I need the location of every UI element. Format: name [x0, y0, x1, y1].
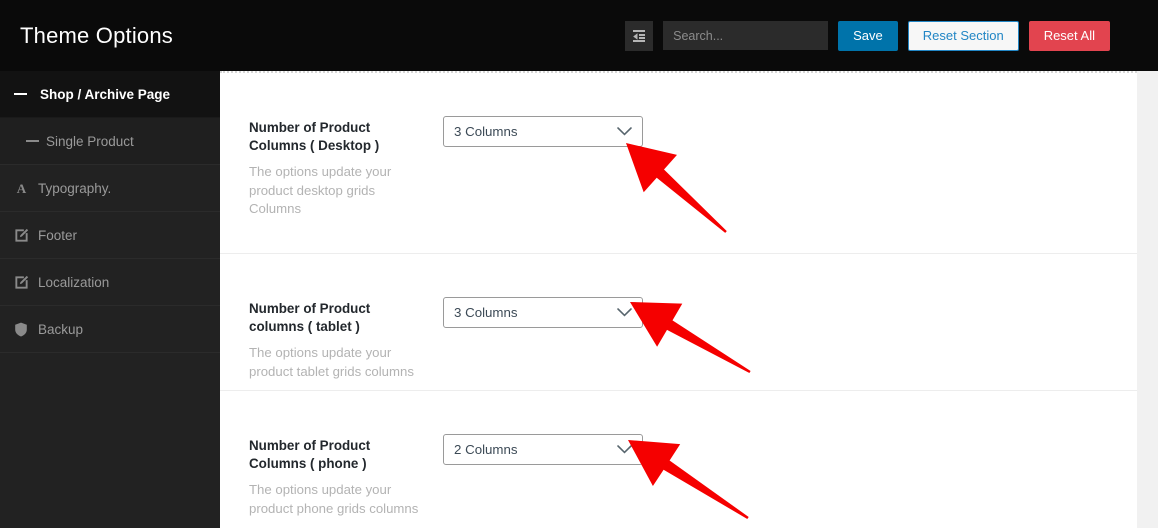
desktop-columns-select-wrap: 1 Columns2 Columns3 Columns4 Columns5 Co…	[443, 116, 643, 147]
theme-options-app: Theme Options Save Reset Section Reset A…	[0, 0, 1158, 528]
option-description: The options update your product desktop …	[249, 164, 392, 216]
sidebar-item-typography[interactable]: A Typography.	[0, 165, 220, 212]
dash-icon	[14, 93, 38, 95]
search-input[interactable]	[663, 21, 829, 50]
sidebar-item-backup[interactable]: Backup	[0, 306, 220, 353]
sidebar-item-shop-archive-page[interactable]: Shop / Archive Page	[0, 71, 228, 118]
right-rail	[1137, 0, 1158, 528]
option-label-group: Number of Product columns ( tablet ) The…	[249, 300, 435, 381]
header-toolbar: Save Reset Section Reset All	[625, 20, 1137, 51]
options-panel: Number of Product Columns ( Desktop ) Th…	[220, 71, 1137, 528]
shield-icon	[14, 322, 38, 337]
sidebar-item-label: Localization	[38, 274, 110, 290]
typography-a-icon: A	[14, 181, 38, 196]
sidebar-item-label: Typography.	[38, 180, 112, 196]
svg-text:A: A	[17, 181, 27, 196]
option-title: Number of Product Columns ( phone )	[249, 438, 371, 471]
option-row-phone-columns: Number of Product Columns ( phone ) The …	[220, 391, 1137, 528]
reset-section-button[interactable]: Reset Section	[907, 20, 1019, 51]
collapse-sidebar-icon[interactable]	[625, 20, 654, 51]
option-title: Number of Product columns ( tablet )	[249, 301, 371, 334]
phone-columns-select-wrap: 1 Columns2 Columns3 Columns4 Columns5 Co…	[443, 434, 643, 465]
edit-pencil-square-icon	[14, 275, 38, 290]
page-title: Theme Options	[20, 22, 174, 48]
sidebar-item-label: Backup	[38, 321, 84, 337]
dash-icon	[22, 140, 46, 142]
option-label-group: Number of Product Columns ( phone ) The …	[249, 437, 435, 518]
tablet-columns-select-wrap: 1 Columns2 Columns3 Columns4 Columns5 Co…	[443, 297, 643, 328]
sidebar-item-label: Single Product	[46, 133, 134, 149]
sidebar-item-single-product[interactable]: Single Product	[0, 118, 220, 165]
option-title: Number of Product Columns ( Desktop )	[249, 120, 380, 153]
option-description: The options update your product phone gr…	[249, 482, 419, 516]
sidebar-item-footer[interactable]: Footer	[0, 212, 220, 259]
option-row-desktop-columns: Number of Product Columns ( Desktop ) Th…	[220, 73, 1137, 254]
desktop-columns-select[interactable]: 1 Columns2 Columns3 Columns4 Columns5 Co…	[443, 116, 643, 147]
save-button[interactable]: Save	[838, 20, 898, 51]
option-label-group: Number of Product Columns ( Desktop ) Th…	[249, 119, 435, 219]
sidebar-item-localization[interactable]: Localization	[0, 259, 220, 306]
option-row-tablet-columns: Number of Product columns ( tablet ) The…	[220, 254, 1137, 391]
reset-all-button[interactable]: Reset All	[1028, 20, 1110, 51]
sidebar-item-label: Shop / Archive Page	[40, 86, 171, 102]
sidebar-nav: Shop / Archive Page Single Product A Typ…	[0, 71, 228, 528]
phone-columns-select[interactable]: 1 Columns2 Columns3 Columns4 Columns5 Co…	[443, 434, 643, 465]
edit-pencil-square-icon	[14, 228, 38, 243]
option-description: The options update your product tablet g…	[249, 345, 414, 379]
app-header: Theme Options Save Reset Section Reset A…	[0, 0, 1137, 71]
right-rail-header-cap	[1137, 0, 1158, 71]
tablet-columns-select[interactable]: 1 Columns2 Columns3 Columns4 Columns5 Co…	[443, 297, 643, 328]
sidebar-item-label: Footer	[38, 227, 78, 243]
